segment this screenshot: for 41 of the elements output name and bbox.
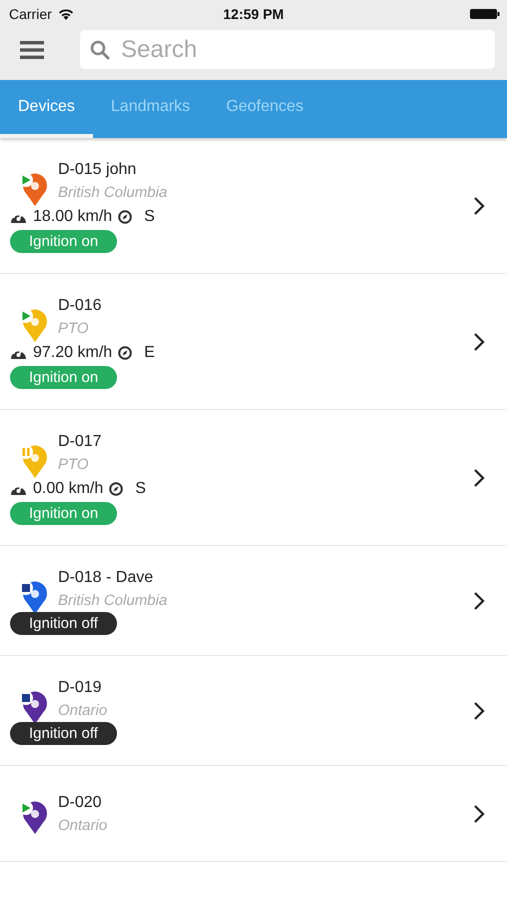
battery-icon	[470, 8, 500, 20]
device-name: D-015 john	[58, 160, 136, 180]
ignition-badge: Ignition on	[10, 366, 118, 389]
speed-value: 97.20 km/h	[33, 344, 112, 362]
device-name: D-019	[58, 678, 102, 698]
chevron-right-icon[interactable]	[473, 590, 485, 610]
chevron-right-icon[interactable]	[473, 468, 485, 488]
chevron-right-icon[interactable]	[473, 700, 485, 720]
tab[interactable]: Devices	[0, 80, 93, 138]
chevron-right-icon[interactable]	[473, 804, 485, 824]
device-name: D-016	[58, 296, 102, 316]
device-name: D-018 - Dave	[58, 568, 154, 588]
ignition-badge: Ignition off	[10, 722, 117, 745]
device-name: D-017	[58, 432, 102, 452]
speed-value: 18.00 km/h	[33, 208, 112, 226]
device-region: PTO	[58, 455, 89, 475]
menu-icon[interactable]	[20, 40, 44, 58]
device-region: British Columbia	[58, 591, 168, 611]
compass-icon	[109, 482, 124, 496]
tab[interactable]: Landmarks	[92, 80, 208, 138]
device-region: Ontario	[58, 816, 108, 836]
device-region: Ontario	[58, 701, 108, 721]
tab[interactable]: Geofences	[208, 80, 322, 138]
ignition-badge: Ignition on	[10, 502, 118, 525]
chevron-right-icon[interactable]	[473, 332, 485, 352]
compass-icon	[118, 346, 132, 360]
heading-value: S	[144, 208, 155, 226]
wifi-icon	[58, 8, 74, 20]
compass-icon	[118, 210, 132, 224]
ignition-badge: Ignition on	[10, 230, 118, 253]
heading-value: E	[144, 344, 155, 362]
heading-value: S	[135, 480, 146, 498]
ignition-badge: Ignition off	[10, 612, 117, 635]
speed-value: 0.00 km/h	[33, 480, 104, 498]
device-name: D-020	[58, 792, 102, 812]
search-field[interactable]: Search	[80, 30, 495, 69]
device-region: British Columbia	[58, 183, 168, 203]
chevron-right-icon[interactable]	[473, 196, 485, 216]
carrier-name: Carrier	[9, 6, 52, 22]
status-time: 12:59 PM	[222, 6, 285, 22]
device-region: PTO	[58, 319, 89, 339]
